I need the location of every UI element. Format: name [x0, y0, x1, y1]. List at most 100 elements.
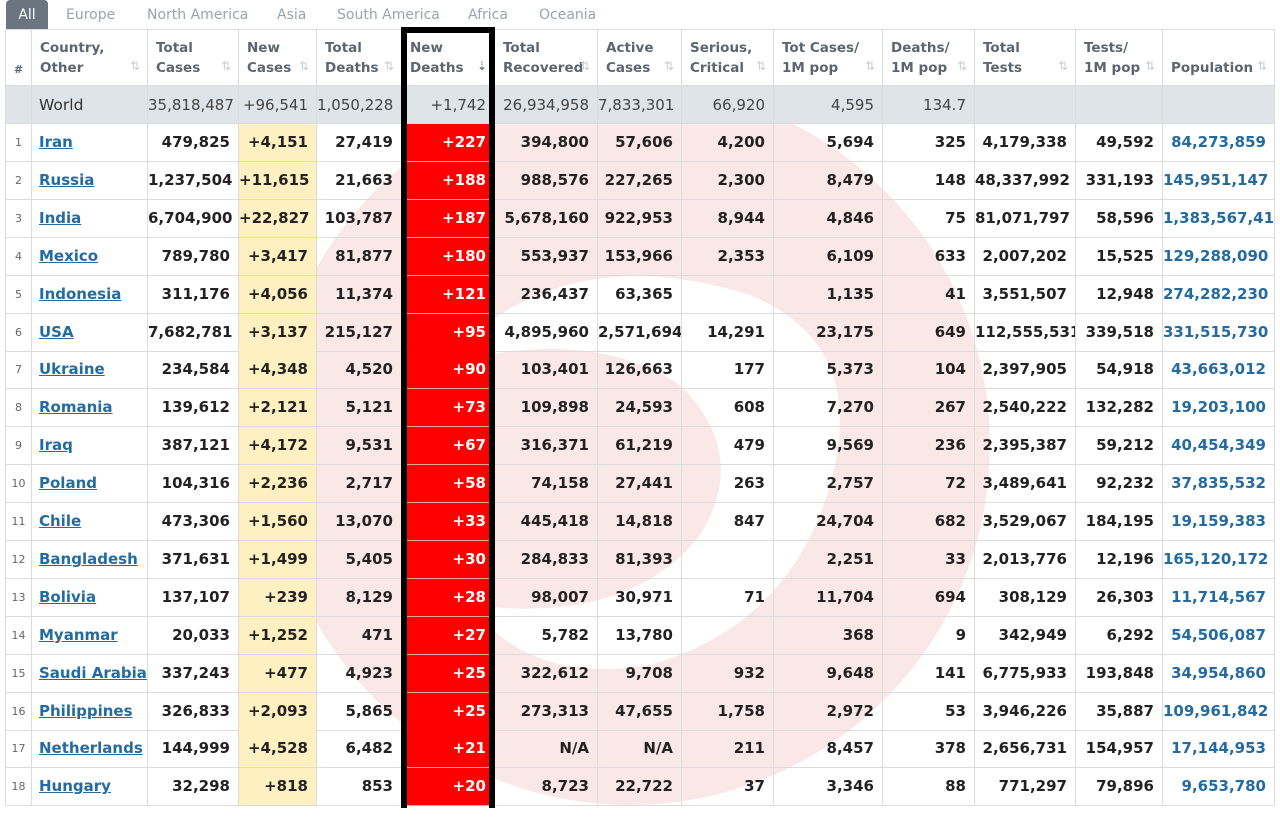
- tests-per-m-cell: 26,303: [1076, 578, 1163, 617]
- country-link[interactable]: Netherlands: [39, 739, 143, 757]
- world-active-cases: 7,833,301: [598, 86, 682, 124]
- header-active-cases[interactable]: Active Cases ⇅: [598, 29, 682, 86]
- header-total-recovered[interactable]: Total Recovered ⇅: [495, 29, 598, 86]
- header-total-deaths[interactable]: Total Deaths ⇅: [317, 29, 402, 86]
- table-row: 1 Iran 479,825 +4,151 27,419 +227 394,800 57,60…: [5, 124, 1275, 162]
- new-deaths-cell: +20: [402, 768, 495, 807]
- total-cases-cell: 32,298: [148, 768, 239, 807]
- world-population: [1163, 86, 1275, 124]
- total-recovered-cell: 103,401: [495, 351, 598, 390]
- deaths-per-m-cell: 378: [883, 730, 975, 769]
- country-link[interactable]: India: [39, 209, 81, 227]
- tab-europe[interactable]: Europe: [66, 0, 116, 29]
- country-link[interactable]: Indonesia: [39, 285, 121, 303]
- header-total-tests[interactable]: Total Tests ⇅: [975, 29, 1076, 86]
- total-recovered-cell: 322,612: [495, 654, 598, 693]
- country-link[interactable]: Mexico: [39, 247, 98, 265]
- total-cases-cell: 371,631: [148, 540, 239, 579]
- tab-south-america[interactable]: South America: [337, 0, 440, 29]
- country-link[interactable]: USA: [39, 323, 74, 341]
- tab-asia[interactable]: Asia: [277, 0, 309, 29]
- country-cell: India: [32, 199, 148, 238]
- sort-icon[interactable]: ⇅: [221, 56, 231, 76]
- country-cell: Poland: [32, 465, 148, 504]
- tab-north-america[interactable]: North America: [147, 0, 249, 29]
- sort-icon[interactable]: ⇅: [664, 56, 674, 76]
- deaths-per-m-cell: 9: [883, 616, 975, 655]
- header-label-line: Active: [606, 40, 654, 56]
- header-serious[interactable]: Serious, Critical ⇅: [682, 29, 774, 86]
- total-tests-cell: 2,397,905: [975, 351, 1076, 390]
- header-cases-per-m[interactable]: Tot Cases/1M pop ⇅: [774, 29, 883, 86]
- sort-icon[interactable]: ⇅: [1058, 56, 1068, 76]
- table-row: 14 Myanmar 20,033 +1,252 471 +27 5,782 13,780 36…: [5, 616, 1275, 655]
- tab-oceania[interactable]: Oceania: [539, 0, 597, 29]
- sort-icon[interactable]: ⇅: [957, 56, 967, 76]
- country-link[interactable]: Ukraine: [39, 360, 105, 378]
- new-deaths-cell: +121: [402, 275, 495, 314]
- active-cases-cell: 126,663: [598, 351, 682, 390]
- country-link[interactable]: Hungary: [39, 777, 111, 795]
- total-recovered-cell: 445,418: [495, 503, 598, 541]
- new-deaths-cell: +180: [402, 237, 495, 276]
- header-country[interactable]: Country, Other ⇅: [32, 29, 148, 86]
- header-label-line: Deaths/: [891, 40, 950, 56]
- country-link[interactable]: Philippines: [39, 702, 133, 720]
- header-population[interactable]: Population ⇅: [1163, 29, 1275, 86]
- new-cases-cell: +1,560: [239, 503, 317, 541]
- header-new-cases[interactable]: New Cases ⇅: [239, 29, 317, 86]
- sort-icon[interactable]: ⇅: [299, 56, 309, 76]
- sort-icon[interactable]: ⇅: [1145, 56, 1155, 76]
- active-cases-cell: 2,571,694: [598, 313, 682, 352]
- sort-icon[interactable]: ⇅: [756, 56, 766, 76]
- country-link[interactable]: Romania: [39, 398, 113, 416]
- total-tests-cell: 308,129: [975, 578, 1076, 617]
- serious-cell: [682, 275, 774, 314]
- table-row: 10 Poland 104,316 +2,236 2,717 +58 74,158 27,44…: [5, 465, 1275, 504]
- tests-per-m-cell: 54,918: [1076, 351, 1163, 390]
- country-link[interactable]: Bolivia: [39, 588, 96, 606]
- tab-africa[interactable]: Africa: [468, 0, 510, 29]
- serious-cell: 847: [682, 503, 774, 541]
- serious-cell: 263: [682, 465, 774, 504]
- population-cell: 274,282,230: [1163, 275, 1275, 314]
- sort-icon[interactable]: ⇅: [384, 56, 394, 76]
- header-new-deaths[interactable]: New Deaths ⇣: [402, 29, 495, 86]
- new-deaths-cell: +58: [402, 465, 495, 504]
- header-total-cases[interactable]: Total Cases ⇅: [148, 29, 239, 86]
- country-link[interactable]: Saudi Arabia: [39, 664, 147, 682]
- header-num[interactable]: #: [5, 29, 32, 86]
- sort-icon[interactable]: ⇅: [580, 56, 590, 76]
- country-link[interactable]: Russia: [39, 171, 94, 189]
- active-cases-cell: 57,606: [598, 124, 682, 162]
- header-label-line: Tests/: [1084, 40, 1129, 56]
- country-link[interactable]: Iraq: [39, 436, 73, 454]
- serious-cell: 211: [682, 730, 774, 769]
- header-deaths-per-m[interactable]: Deaths/1M pop ⇅: [883, 29, 975, 86]
- cases-per-m-cell: 8,457: [774, 730, 883, 769]
- cases-per-m-cell: 4,846: [774, 199, 883, 238]
- total-tests-cell: 4,179,338: [975, 124, 1076, 162]
- total-recovered-cell: 553,937: [495, 237, 598, 276]
- country-link[interactable]: Poland: [39, 474, 97, 492]
- sort-icon[interactable]: ⇅: [865, 56, 875, 76]
- total-deaths-cell: 6,482: [317, 730, 402, 769]
- country-link[interactable]: Chile: [39, 512, 81, 530]
- serious-cell: 37: [682, 768, 774, 807]
- new-deaths-cell: +188: [402, 161, 495, 200]
- country-link[interactable]: Bangladesh: [39, 550, 138, 568]
- new-cases-cell: +2,093: [239, 692, 317, 731]
- new-cases-cell: +4,172: [239, 427, 317, 466]
- new-deaths-cell: +227: [402, 124, 495, 162]
- active-cases-cell: 24,593: [598, 389, 682, 428]
- header-tests-per-m[interactable]: Tests/1M pop ⇅: [1076, 29, 1163, 86]
- sort-icon[interactable]: ⇅: [1257, 56, 1267, 76]
- new-deaths-cell: +25: [402, 692, 495, 731]
- country-link[interactable]: Iran: [39, 133, 73, 151]
- sort-desc-icon[interactable]: ⇣: [477, 56, 487, 76]
- sort-icon[interactable]: ⇅: [130, 56, 140, 76]
- tab-all[interactable]: All: [6, 0, 48, 29]
- country-link[interactable]: Myanmar: [39, 626, 118, 644]
- active-cases-cell: 47,655: [598, 692, 682, 731]
- serious-cell: 14,291: [682, 313, 774, 352]
